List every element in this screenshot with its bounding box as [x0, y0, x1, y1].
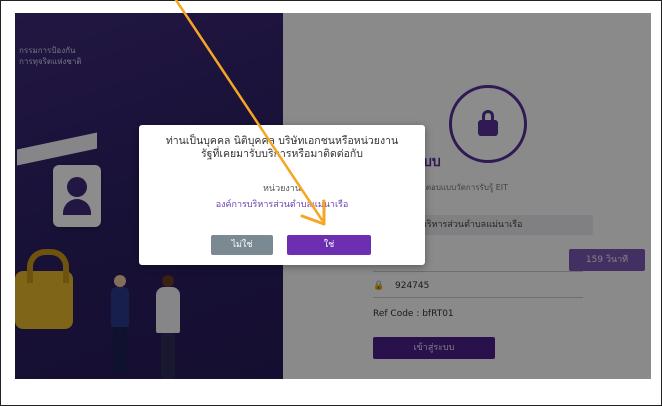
no-button[interactable]: ไม่ใช่	[211, 235, 273, 255]
yes-button[interactable]: ใช่	[287, 235, 371, 255]
screenshot-frame: กรรมการป้องกัน การทุจริตแห่งชาติ บบ เพื่…	[0, 0, 662, 406]
unit-label: หน่วยงาน	[262, 184, 301, 194]
dialog-question-line-1: ท่านเป็นบุคคล นิติบุคคล บริษัทเอกชนหรือห…	[165, 135, 399, 147]
dialog-question: ท่านเป็นบุคคล นิติบุคคล บริษัทเอกชนหรือห…	[145, 135, 419, 161]
confirm-dialog: ท่านเป็นบุคคล นิติบุคคล บริษัทเอกชนหรือห…	[139, 125, 425, 265]
login-page: กรรมการป้องกัน การทุจริตแห่งชาติ บบ เพื่…	[15, 13, 651, 379]
dialog-question-line-2: รัฐที่เคยมารับบริการหรือมาติดต่อกับ	[201, 148, 363, 160]
unit-value: องค์การบริหารส่วนตำบลแม่นาเรือ	[215, 200, 349, 210]
